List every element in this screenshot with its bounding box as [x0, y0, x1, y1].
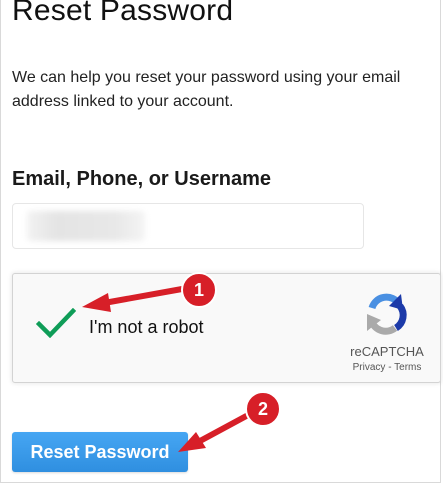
recaptcha-checkbox-label: I'm not a robot — [89, 317, 204, 337]
recaptcha-logo-icon — [367, 293, 407, 335]
page-description: We can help you reset your password usin… — [12, 69, 401, 110]
privacy-link[interactable]: Privacy — [353, 362, 386, 373]
recaptcha-links: Privacy - Terms — [337, 362, 437, 373]
page-title: Reset Password — [12, 0, 234, 27]
recaptcha-widget: I'm not a robot reCAPTCHA Privacy - Term… — [12, 273, 441, 383]
email-field[interactable] — [12, 203, 364, 249]
reset-password-button[interactable]: Reset Password — [12, 432, 188, 472]
redacted-value-blur — [27, 211, 145, 241]
checkmark-icon[interactable] — [36, 308, 76, 338]
terms-link[interactable]: Terms — [394, 362, 421, 373]
recaptcha-brand: reCAPTCHA — [350, 344, 424, 359]
email-field-label: Email, Phone, or Username — [12, 168, 271, 190]
links-separator: - — [385, 362, 395, 373]
